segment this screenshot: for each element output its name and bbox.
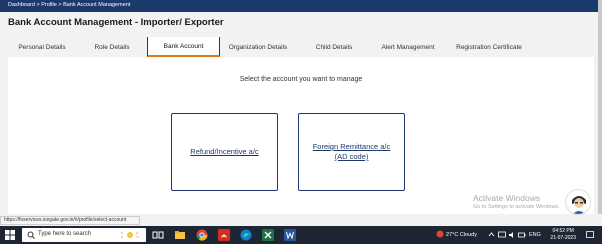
top-header-bar: Dashboard > Profile > Bank Account Manag…: [0, 0, 602, 12]
chrome-icon[interactable]: [196, 229, 208, 241]
tab-child-details[interactable]: Child Details: [298, 37, 370, 57]
refund-incentive-link[interactable]: Refund/Incentive a/c: [190, 147, 258, 157]
foreign-remittance-link[interactable]: Foreign Remittance a/c (AD code): [313, 142, 391, 162]
weather-text[interactable]: 27°C Cloudy: [446, 226, 477, 244]
vertical-scrollbar[interactable]: [598, 0, 602, 214]
activate-windows-subtitle: Go to Settings to activate Windows.: [473, 204, 560, 210]
chat-assistant-avatar-icon[interactable]: [565, 189, 591, 215]
tab-bank-account[interactable]: Bank Account: [147, 37, 220, 57]
search-highlight-icon: [120, 231, 140, 239]
clock-date: 21-07-2023: [550, 235, 576, 241]
tab-organization-details[interactable]: Organization Details: [222, 37, 294, 57]
tab-personal-details[interactable]: Personal Details: [8, 37, 76, 57]
network-icon[interactable]: [498, 231, 506, 239]
status-bar-url: https://foservices.icegate.gov.in/#/prof…: [0, 216, 140, 225]
acrobat-icon[interactable]: [218, 229, 230, 241]
battery-icon[interactable]: [518, 231, 526, 239]
windows-start-icon[interactable]: [5, 230, 15, 240]
clock-time: 04:52 PM: [552, 228, 574, 234]
breadcrumb-dashboard[interactable]: Dashboard: [8, 2, 35, 8]
tab-role-details[interactable]: Role Details: [78, 37, 146, 57]
file-explorer-icon[interactable]: [174, 229, 186, 241]
refund-incentive-card[interactable]: Refund/Incentive a/c: [171, 113, 278, 191]
edge-icon[interactable]: [240, 229, 252, 241]
foreign-remittance-card[interactable]: Foreign Remittance a/c (AD code): [298, 113, 405, 191]
volume-icon[interactable]: [508, 231, 516, 239]
task-view-icon[interactable]: [152, 229, 164, 241]
main-content-panel: Select the account you want to manage Re…: [8, 57, 594, 214]
foreign-remittance-line2: (AD code): [334, 152, 369, 161]
excel-icon[interactable]: [262, 229, 274, 241]
select-account-prompt: Select the account you want to manage: [239, 76, 363, 83]
foreign-remittance-line1: Foreign Remittance a/c: [312, 142, 391, 151]
breadcrumb-separator: >: [36, 2, 40, 8]
tab-alert-management[interactable]: Alert Management: [372, 37, 444, 57]
breadcrumb-separator: >: [58, 2, 62, 8]
page-title: Bank Account Management - Importer/ Expo…: [8, 17, 224, 28]
breadcrumb-current: Bank Account Management: [63, 2, 131, 8]
notification-icon[interactable]: [586, 231, 594, 239]
word-icon[interactable]: [284, 229, 296, 241]
chevron-up-icon[interactable]: [488, 231, 495, 238]
search-icon: [27, 231, 35, 239]
search-placeholder: Type here to search: [38, 231, 92, 237]
weather-cloud-icon[interactable]: [436, 230, 444, 238]
tab-bar: Personal Details Role Details Bank Accou…: [0, 37, 598, 57]
activate-windows-title: Activate Windows: [473, 193, 541, 203]
breadcrumb: Dashboard > Profile > Bank Account Manag…: [8, 2, 130, 8]
windows-taskbar: Type here to search 27°C Cloudy ENG 04:5…: [0, 226, 602, 244]
clock[interactable]: 04:52 PM 21-07-2023: [550, 228, 576, 242]
taskbar-search-box[interactable]: Type here to search: [22, 228, 146, 242]
breadcrumb-profile[interactable]: Profile: [41, 2, 57, 8]
tab-registration-certificate[interactable]: Registration Certificate: [446, 37, 532, 57]
language-indicator[interactable]: ENG: [529, 226, 541, 244]
